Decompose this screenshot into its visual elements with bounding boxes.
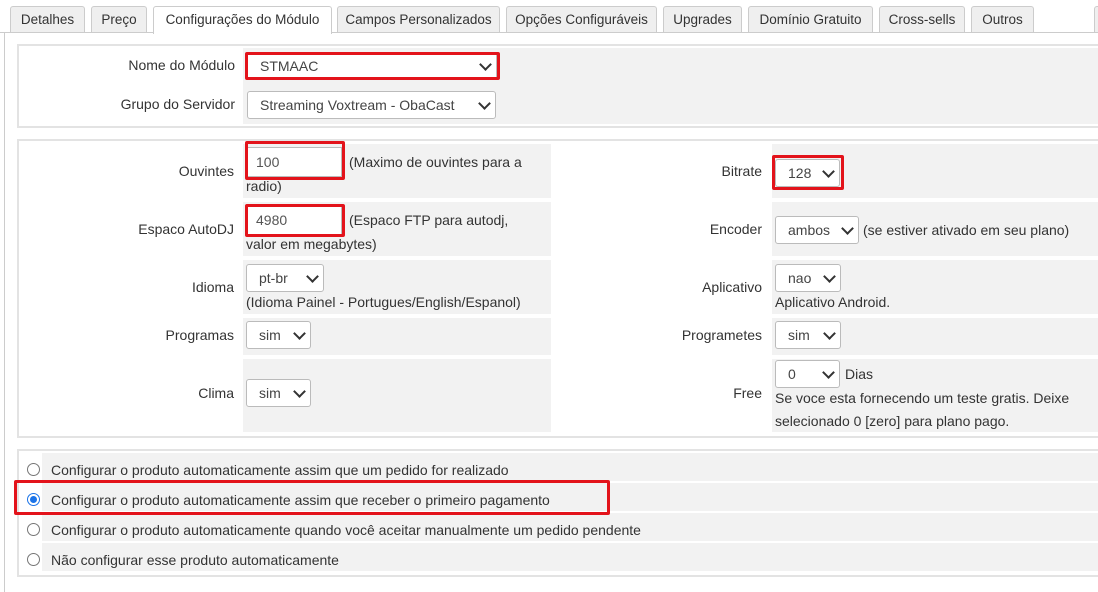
tab-preco[interactable]: Preço [91,6,147,32]
free-select[interactable]: 0 [775,360,840,388]
module-settings-box: Nome do Módulo STMAAC Grupo do Servidor … [17,44,1098,128]
server-group-value: Streaming Voxtream - ObaCast [260,97,455,113]
programetes-select[interactable]: sim [775,321,841,349]
encoder-label: Encoder [709,221,762,237]
radio-setup-on-payment-label[interactable]: Configurar o produto automaticamente ass… [51,489,550,512]
aplicativo-value: nao [788,270,812,286]
radio-setup-never[interactable] [27,553,40,566]
module-name-label: Nome do Módulo [128,57,235,73]
radio-setup-on-accept-label[interactable]: Configurar o produto automaticamente qua… [51,519,641,542]
module-name-select[interactable]: STMAAC [247,52,497,80]
tab-detalhes[interactable]: Detalhes [10,6,85,32]
tab-cross-sells[interactable]: Cross-sells [879,6,965,32]
programas-value: sim [259,327,281,343]
tab-overflow[interactable] [1094,6,1098,32]
encoder-value: ambos [788,222,831,238]
programetes-label: Programetes [681,327,762,343]
chevron-down-icon [822,165,835,178]
aplicativo-help: Aplicativo Android. [775,294,891,310]
clima-select[interactable]: sim [246,379,311,407]
radio-setup-on-accept[interactable] [27,523,40,536]
tab-dominio-gratuito[interactable]: Domínio Gratuito [748,6,873,32]
free-unit: Dias [845,366,874,382]
chevron-down-icon [293,327,306,340]
server-group-label: Grupo do Servidor [120,96,235,112]
free-help: Se voce esta fornecendo um teste gratis.… [775,390,1070,406]
ouvintes-help: (Maximo de ouvintes para a [349,154,522,170]
tab-configuracoes-do-modulo[interactable]: Configurações do Módulo [153,6,332,34]
free-help-cont: selecionado 0 [zero] para plano pago. [775,413,1010,429]
espaco-autodj-help: (Espaco FTP para autodj, [349,212,509,228]
chevron-down-icon [478,97,491,110]
programas-select[interactable]: sim [246,321,311,349]
espaco-autodj-input[interactable]: 4980 [247,205,342,235]
bitrate-value: 128 [788,165,812,181]
chevron-down-icon [479,58,492,71]
tab-bar: Detalhes Preço Configurações do Módulo C… [0,0,1098,34]
server-group-select[interactable]: Streaming Voxtream - ObaCast [247,91,496,119]
tab-upgrades[interactable]: Upgrades [663,6,742,32]
espaco-autodj-help-cont: valor em megabytes) [246,236,377,252]
clima-label: Clima [198,385,234,401]
ouvintes-help-cont: radio) [246,178,282,194]
tab-content-panel: Nome do Módulo STMAAC Grupo do Servidor … [4,32,1098,592]
chevron-down-icon [306,270,319,283]
chevron-down-icon [293,385,306,398]
programetes-value: sim [788,327,810,343]
free-label: Free [733,385,762,401]
chevron-down-icon [841,222,854,235]
espaco-autodj-value: 4980 [256,212,288,228]
chevron-down-icon [823,327,836,340]
idioma-select[interactable]: pt-br [246,264,324,292]
espaco-autodj-label: Espaco AutoDJ [138,221,234,237]
module-name-value: STMAAC [260,58,319,74]
radio-setup-never-label[interactable]: Não configurar esse produto automaticame… [51,549,339,572]
chevron-down-icon [822,366,835,379]
aplicativo-select[interactable]: nao [775,264,841,292]
bitrate-label: Bitrate [721,163,762,179]
clima-value: sim [259,385,281,401]
idioma-value: pt-br [259,270,288,286]
radio-setup-on-payment[interactable] [27,493,40,506]
idioma-help: (Idioma Painel - Portugues/English/Espan… [246,294,521,310]
encoder-select[interactable]: ambos [775,216,859,244]
ouvintes-label: Ouvintes [178,163,234,179]
chevron-down-icon [823,270,836,283]
ouvintes-input[interactable]: 100 [247,147,342,177]
bitrate-select[interactable]: 128 [775,159,840,187]
tab-outros[interactable]: Outros [971,6,1034,32]
idioma-label: Idioma [191,279,234,295]
programas-label: Programas [165,327,234,343]
radio-setup-on-order[interactable] [27,463,40,476]
aplicativo-label: Aplicativo [702,279,762,295]
encoder-help: (se estiver ativado em seu plano) [863,222,1070,238]
free-value: 0 [788,366,796,382]
radio-setup-on-order-label[interactable]: Configurar o produto automaticamente ass… [51,459,509,482]
tab-campos-personalizados[interactable]: Campos Personalizados [337,6,500,32]
tab-opcoes-configuraveis[interactable]: Opções Configuráveis [506,6,657,32]
ouvintes-value: 100 [256,154,280,170]
